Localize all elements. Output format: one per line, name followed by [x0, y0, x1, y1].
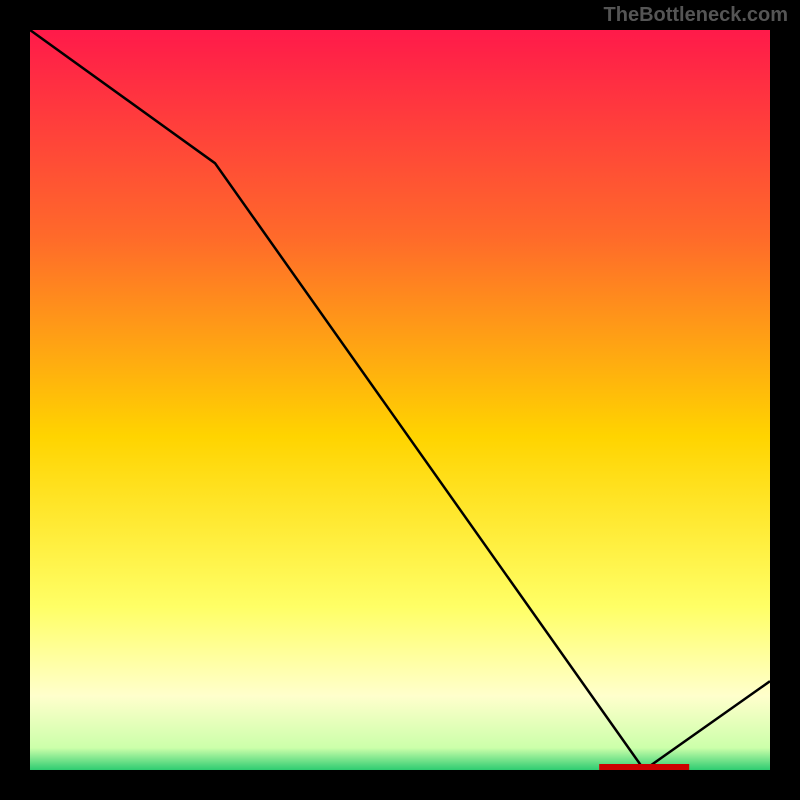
minimum-marker	[599, 764, 689, 770]
gradient-background	[30, 30, 770, 770]
watermark: TheBottleneck.com	[604, 4, 788, 27]
plot-area	[30, 30, 770, 770]
chart-container: TheBottleneck.com	[0, 0, 800, 800]
chart-svg	[30, 30, 770, 770]
